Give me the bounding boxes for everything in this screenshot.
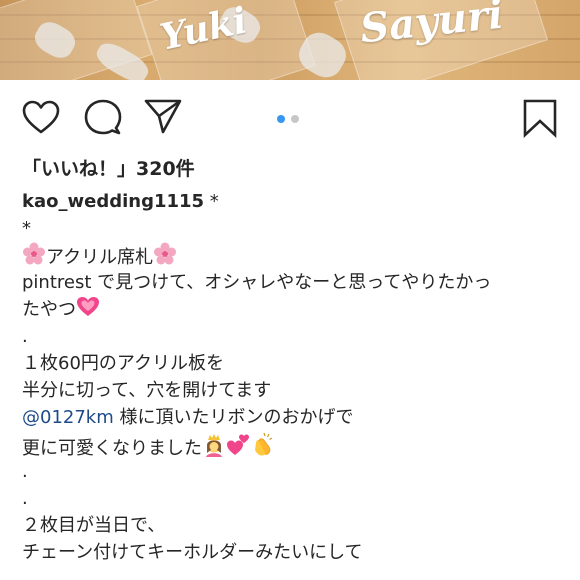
likes-count[interactable]: 「いいね！」320件 [22,154,195,181]
caption-line: ２枚目が当日で、 [22,515,166,536]
caption-line: pintrest で見つけて、オシャレやなーと思ってやりたかっ [22,272,492,293]
two-hearts-icon [226,433,250,465]
growing-heart-icon [76,296,100,326]
mention-link[interactable]: @0127km [22,407,114,428]
caption-text: アクリル席札 [46,247,154,268]
comment-icon [84,99,122,135]
post-image[interactable]: Yuki Sayuri [0,0,580,80]
princess-icon [202,433,226,465]
post-caption: kao_wedding1115 * * アクリル席札 pintrest で見つけ… [22,188,562,566]
caption-line: . [22,488,28,509]
comment-button[interactable] [83,98,123,138]
caption-line: アクリル席札 [22,242,562,269]
caption-line: たやつ [22,296,562,323]
caption-text: 様に頂いたリボンのおかげで [113,407,354,428]
username-link[interactable]: kao_wedding1115 [22,191,204,212]
caption-text: 更に可愛くなりました [22,438,202,459]
caption-line: . [22,326,28,347]
carousel-dot [291,115,299,123]
carousel-dot-active [277,115,285,123]
caption-text: たやつ [22,299,76,320]
caption-line: * [22,218,31,239]
caption-text: * [204,191,219,212]
caption-line: 半分に切って、穴を開けてます [22,380,272,401]
heart-icon [22,100,60,134]
bookmark-icon [523,99,557,138]
paper-plane-icon [144,99,182,134]
caption-line: @0127km 様に頂いたリボンのおかげで [22,404,562,431]
caption-line: チェーン付けてキーホルダーみたいにして [22,542,363,563]
like-button[interactable] [21,98,61,138]
clapping-hands-icon [250,431,276,465]
caption-line: １枚60円のアクリル板を [22,353,225,374]
save-button[interactable] [520,98,560,138]
caption-line: 更に可愛くなりました [22,431,562,459]
share-button[interactable] [143,96,183,136]
caption-line: . [22,461,28,482]
